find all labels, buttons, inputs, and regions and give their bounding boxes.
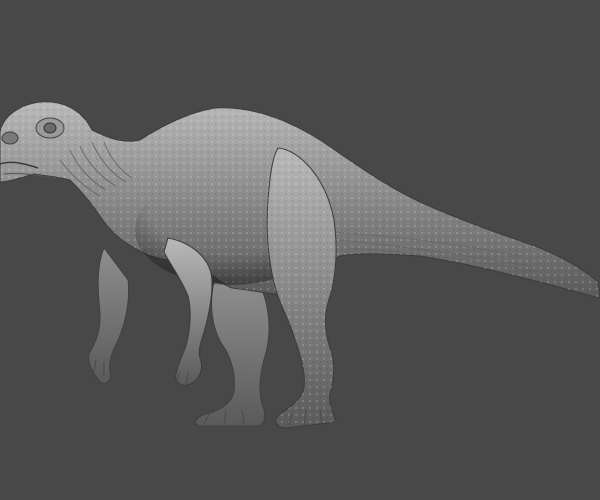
eye [43, 122, 57, 134]
viewport-canvas [0, 0, 600, 500]
nostril [1, 131, 19, 145]
sculpt-render [0, 0, 600, 500]
